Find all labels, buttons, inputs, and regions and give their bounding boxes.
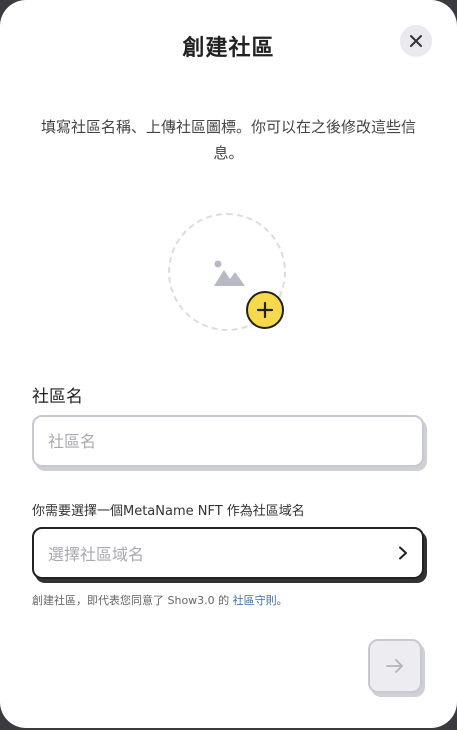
add-icon-button[interactable] <box>246 291 284 329</box>
chevron-right-icon <box>399 546 407 560</box>
community-name-input[interactable] <box>32 415 424 467</box>
domain-select-placeholder: 選擇社區域名 <box>48 545 145 564</box>
image-icon <box>214 260 245 286</box>
community-rules-link[interactable]: 社區守則 <box>233 594 277 607</box>
dialog-title: 創建社區 <box>182 36 275 61</box>
next-button[interactable] <box>368 639 422 693</box>
plus-icon <box>256 301 274 319</box>
dialog-intro: 填寫社區名稱、上傳社區圖標。你可以在之後修改這些信息。 <box>40 118 416 162</box>
arrow-right-icon <box>386 659 403 673</box>
create-community-dialog: 創建社區 填寫社區名稱、上傳社區圖標。你可以在之後修改這些信息。 社區名 你需要… <box>0 0 457 728</box>
terms-notice: 創建社區，即代表您同意了 Show3.0 的 社區守則。 <box>32 592 288 608</box>
terms-prefix: 創建社區，即代表您同意了 Show3.0 的 <box>32 594 230 607</box>
terms-suffix: 。 <box>276 594 288 607</box>
close-icon <box>410 35 422 47</box>
close-button[interactable] <box>400 25 432 57</box>
domain-select[interactable]: 選擇社區域名 <box>32 527 424 579</box>
community-name-label: 社區名 <box>32 387 83 407</box>
domain-label: 你需要選擇一個MetaName NFT 作為社區域名 <box>32 504 305 519</box>
